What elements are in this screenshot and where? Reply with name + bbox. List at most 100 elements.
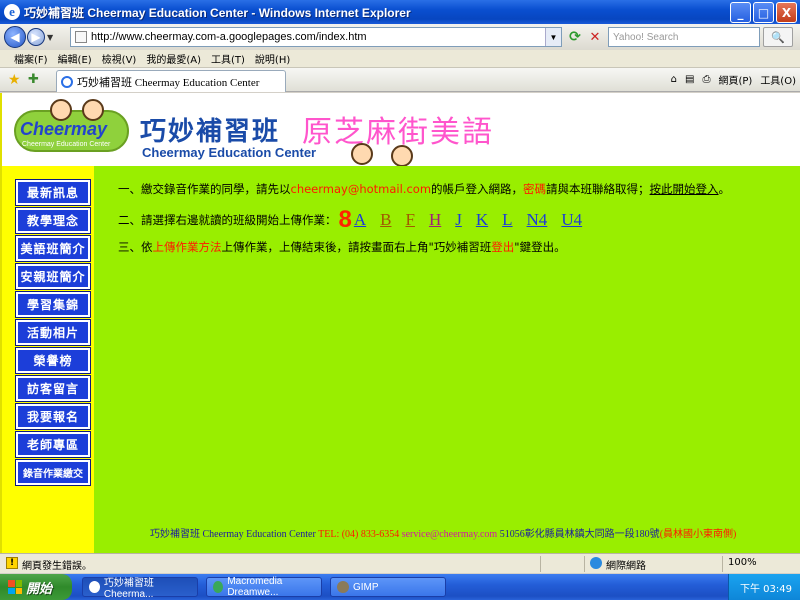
login-link[interactable]: 按此開始登入 bbox=[650, 181, 719, 197]
taskbar-item-ie[interactable]: 巧妙補習班 Cheerma... bbox=[82, 577, 198, 600]
page-menu-button[interactable]: 網頁(P) bbox=[718, 72, 752, 87]
maximize-button[interactable]: □ bbox=[753, 2, 774, 23]
minimize-button[interactable]: _ bbox=[730, 2, 751, 23]
kid-face-icon bbox=[351, 143, 373, 165]
stop-icon[interactable]: ✕ bbox=[586, 28, 604, 46]
sidebar-item-afterschool[interactable]: 安親班簡介 bbox=[15, 263, 91, 290]
site-footer: 巧妙補習班 Cheermay Education Center TEL: (04… bbox=[150, 525, 736, 540]
start-button[interactable]: 開始 bbox=[0, 574, 72, 600]
warning-icon[interactable]: ! bbox=[6, 557, 18, 569]
address-url: http://www.cheermay.com-a.googlepages.co… bbox=[91, 31, 367, 43]
menu-help[interactable]: 說明(H) bbox=[255, 51, 290, 66]
sidebar-item-photos[interactable]: 活動相片 bbox=[15, 319, 91, 346]
kid-face-icon bbox=[50, 99, 72, 121]
instruction-text: 三、依 bbox=[118, 240, 153, 254]
logout-text: 登出 bbox=[491, 240, 515, 254]
instruction-text: 。 bbox=[718, 182, 731, 196]
tab-cheermay[interactable]: 巧妙補習班 Cheermay Education Center bbox=[56, 70, 286, 92]
instruction-text: 上傳作業，上傳結束後，請按畫面右上角"巧妙補習班 bbox=[221, 240, 492, 254]
refresh-icon[interactable]: ⟳ bbox=[566, 28, 584, 46]
sidebar-item-honors[interactable]: 榮譽榜 bbox=[15, 347, 91, 374]
kids-illustration bbox=[347, 133, 425, 167]
instruction-text: 二、請選擇右邊就讀的班級開始上傳作業： bbox=[118, 213, 337, 227]
taskbar-item-label: 巧妙補習班 Cheerma... bbox=[103, 578, 154, 600]
taskbar-item-label: GIMP bbox=[353, 581, 379, 593]
menu-tools[interactable]: 工具(T) bbox=[211, 51, 245, 66]
taskbar-item-gimp[interactable]: GIMP bbox=[330, 577, 446, 597]
feeds-icon[interactable]: ▤ bbox=[685, 74, 694, 85]
print-icon[interactable]: ⎙ bbox=[702, 74, 710, 85]
back-button[interactable]: ◀ bbox=[4, 26, 26, 48]
status-message[interactable]: 網頁發生錯誤。 bbox=[22, 557, 92, 572]
class-link-l[interactable]: L bbox=[502, 210, 512, 230]
taskbar-item-label: Macromedia Dreamwe... bbox=[227, 576, 283, 598]
class-link-a[interactable]: A bbox=[354, 210, 366, 230]
zoom-level[interactable]: 100% bbox=[728, 557, 757, 568]
red-number: 8 bbox=[338, 206, 352, 233]
class-link-u4[interactable]: U4 bbox=[561, 210, 582, 230]
instruction-line-2: 二、請選擇右邊就讀的班級開始上傳作業： 8 A B F H J K L N4 U… bbox=[118, 206, 788, 233]
window-title: 巧妙補習班 Cheermay Education Center - Window… bbox=[24, 5, 411, 20]
search-button[interactable]: 🔍 bbox=[763, 27, 793, 47]
menu-favorites[interactable]: 我的最愛(A) bbox=[146, 51, 201, 66]
instruction-line-1: 一、繳交錄音作業的同學，請先以 cheermay@hotmail.com 的帳戶… bbox=[118, 179, 788, 199]
sidebar-item-news[interactable]: 最新訊息 bbox=[15, 179, 91, 206]
instruction-text: "鍵登出。 bbox=[514, 240, 566, 254]
tools-menu-button[interactable]: 工具(O) bbox=[760, 72, 796, 87]
dreamweaver-icon bbox=[213, 581, 224, 593]
taskbar-item-dreamweaver[interactable]: Macromedia Dreamwe... bbox=[206, 576, 322, 598]
forward-button[interactable]: ▶ bbox=[27, 28, 45, 46]
sidebar-item-register[interactable]: 我要報名 bbox=[15, 403, 91, 430]
sidebar-item-philosophy[interactable]: 教學理念 bbox=[15, 207, 91, 234]
history-dropdown-icon[interactable]: ▼ bbox=[47, 33, 53, 42]
tab-label: 巧妙補習班 Cheermay Education Center bbox=[77, 76, 260, 89]
class-link-j[interactable]: J bbox=[455, 210, 462, 230]
web-page: Cheermay Cheermay Education Center 巧妙補習班… bbox=[0, 93, 800, 553]
instructions: 一、繳交錄音作業的同學，請先以 cheermay@hotmail.com 的帳戶… bbox=[118, 179, 788, 257]
menu-view[interactable]: 檢視(V) bbox=[102, 51, 137, 66]
class-link-h[interactable]: H bbox=[429, 210, 441, 230]
add-favorites-icon[interactable]: ✚ bbox=[28, 72, 39, 87]
tab-bar: ★ ✚ 巧妙補習班 Cheermay Education Center ⌂ ▤ … bbox=[0, 68, 800, 92]
search-input[interactable]: Yahoo! Search bbox=[608, 27, 760, 47]
class-link-b[interactable]: B bbox=[380, 210, 391, 230]
sidebar-item-recording[interactable]: 錄音作業繳交 bbox=[15, 459, 91, 486]
menu-edit[interactable]: 編輯(E) bbox=[58, 51, 92, 66]
ie-logo-icon: e bbox=[4, 4, 20, 20]
logo-subtext: Cheermay Education Center bbox=[22, 141, 111, 148]
taskbar: 開始 巧妙補習班 Cheerma... Macromedia Dreamwe..… bbox=[0, 574, 800, 600]
sidebar-item-teachers[interactable]: 老師專區 bbox=[15, 431, 91, 458]
address-input[interactable]: http://www.cheermay.com-a.googlepages.co… bbox=[70, 27, 562, 47]
brand-chinese: 巧妙補習班 bbox=[140, 117, 281, 147]
class-link-f[interactable]: F bbox=[405, 210, 414, 230]
upload-method-link[interactable]: 上傳作業方法 bbox=[153, 239, 222, 255]
status-divider bbox=[722, 556, 723, 572]
clock[interactable]: 下午 03:49 bbox=[740, 580, 792, 595]
footer-email[interactable]: service@cheermay.com bbox=[402, 529, 497, 540]
home-icon[interactable]: ⌂ bbox=[671, 74, 677, 85]
windows-flag-icon bbox=[8, 580, 22, 594]
sidebar-item-gallery[interactable]: 學習集錦 bbox=[15, 291, 91, 318]
footer-address: 51056彰化縣員林鎮大同路一段180號 bbox=[497, 529, 660, 540]
address-dropdown-icon[interactable]: ▼ bbox=[545, 28, 561, 46]
sidebar-item-guestbook[interactable]: 訪客留言 bbox=[15, 375, 91, 402]
footer-location: (員林國小東南側) bbox=[659, 529, 737, 540]
class-link-k[interactable]: K bbox=[476, 210, 488, 230]
system-tray: 下午 03:49 bbox=[728, 574, 800, 600]
kid-face-icon bbox=[82, 99, 104, 121]
favorites-star-icon[interactable]: ★ bbox=[8, 72, 21, 88]
footer-tel: TEL: (04) 833-6354 bbox=[318, 529, 402, 540]
logo-text: Cheermay bbox=[20, 119, 108, 139]
command-bar: ⌂ ▤ ⎙ 網頁(P) 工具(O) bbox=[671, 72, 796, 87]
sidebar-item-english-class[interactable]: 美語班簡介 bbox=[15, 235, 91, 262]
class-link-n4[interactable]: N4 bbox=[527, 210, 548, 230]
globe-icon bbox=[590, 557, 602, 569]
footer-name: 巧妙補習班 Cheermay Education Center bbox=[150, 529, 319, 540]
instruction-text: 的帳戶登入網路， bbox=[431, 182, 524, 196]
menu-file[interactable]: 檔案(F) bbox=[14, 51, 48, 66]
ie-taskbar-icon bbox=[89, 581, 100, 593]
instruction-line-3: 三、依 上傳作業方法 上傳作業，上傳結束後，請按畫面右上角"巧妙補習班 登出 "… bbox=[118, 237, 788, 257]
page-icon bbox=[75, 31, 87, 43]
start-label: 開始 bbox=[26, 581, 53, 597]
close-button[interactable]: X bbox=[776, 2, 797, 23]
